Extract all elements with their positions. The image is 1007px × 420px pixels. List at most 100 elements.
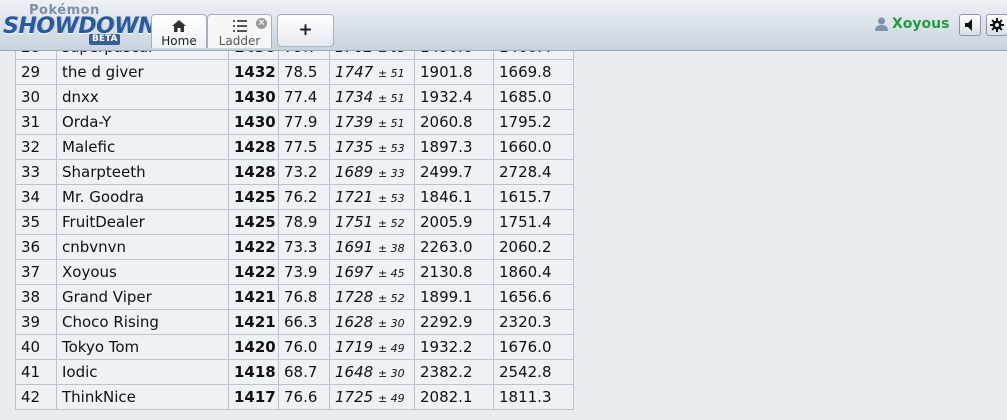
coil-cell: 1846.1 [414,184,494,210]
player-name-cell[interactable]: Orda-Y [56,109,229,135]
user-icon [875,17,888,31]
player-name-cell[interactable]: Tokyo Tom [56,334,229,360]
rank-cell: 33 [15,159,57,185]
last-cell: 1660.0 [493,134,574,160]
table-row: 37 Xoyous 1422 73.9 1697 ± 45 2130.8 1860.4 [15,259,574,285]
gxe-cell: 76.8 [278,284,330,310]
gxe-cell: 68.7 [278,359,330,385]
gxe-cell: 76.0 [278,334,330,360]
gxe-cell: 73.2 [278,159,330,185]
player-name-cell[interactable]: FruitDealer [56,209,229,235]
glicko-cell: 1735 ± 53 [329,134,415,160]
gxe-cell: 76.2 [278,184,330,210]
elo-cell: 1428 [228,159,279,185]
glicko-cell: 1648 ± 30 [329,359,415,385]
table-row: 29 the d giver 1432 78.5 1747 ± 51 1901.8 1669… [15,59,574,85]
player-name-cell[interactable]: Mr. Goodra [56,184,229,210]
glicko-deviation: ± 51 [377,92,405,105]
glicko-rating: 1728 [335,288,374,306]
coil-cell: 2382.2 [414,359,494,385]
gxe-cell: 78.5 [278,59,330,85]
tab-ladder[interactable]: Ladder × [207,14,272,48]
last-cell: 1795.2 [493,109,574,135]
glicko-rating: 1747 [335,63,374,81]
table-row: 30 dnxx 1430 77.4 1734 ± 51 1932.4 1685.0 [15,84,574,110]
table-row: 32 Malefic 1428 77.5 1735 ± 53 1897.3 1660.0 [15,134,574,160]
username-button[interactable]: Xoyous [875,14,949,34]
gxe-cell: 76.6 [278,384,330,410]
rank-cell: 38 [15,284,57,310]
glicko-cell: 1734 ± 51 [329,84,415,110]
player-name-cell[interactable]: Xoyous [56,259,229,285]
player-name-cell[interactable]: ThinkNice [56,384,229,410]
coil-cell: 2292.9 [414,309,494,335]
coil-cell: 1932.4 [414,84,494,110]
ladder-table: 28superpascal143679.71762 ± 611490.61460… [15,45,574,410]
player-name-cell[interactable]: Malefic [56,134,229,160]
coil-cell: 2130.8 [414,259,494,285]
table-row: 40 Tokyo Tom 1420 76.0 1719 ± 49 1932.2 1676.0 [15,334,574,360]
elo-cell: 1421 [228,309,279,335]
tab-home[interactable]: Home [151,14,207,48]
glicko-deviation: ± 30 [377,317,405,330]
player-name-cell[interactable]: Grand Viper [56,284,229,310]
username-text: Xoyous [892,16,950,32]
glicko-cell: 1747 ± 51 [329,59,415,85]
table-row: 41 Iodic 1418 68.7 1648 ± 30 2382.2 2542.8 [15,359,574,385]
coil-cell: 2060.8 [414,109,494,135]
glicko-rating: 1721 [335,188,374,206]
rank-cell: 31 [15,109,57,135]
last-cell: 1656.6 [493,284,574,310]
rank-cell: 39 [15,309,57,335]
top-header: Pokémon SHOWDOWN BETA Home Ladder × + Xo… [0,0,1007,51]
glicko-deviation: ± 53 [377,142,405,155]
sound-button[interactable] [959,14,981,36]
glicko-deviation: ± 52 [377,217,405,230]
glicko-rating: 1734 [335,88,374,106]
table-row: 34 Mr. Goodra 1425 76.2 1721 ± 53 1846.1 1615.… [15,184,574,210]
player-name-cell[interactable]: cnbvnvn [56,234,229,260]
rank-cell: 32 [15,134,57,160]
settings-button[interactable] [986,14,1007,36]
new-tab-button[interactable]: + [277,14,334,47]
player-name-cell[interactable]: dnxx [56,84,229,110]
player-name-cell[interactable]: Choco Rising [56,309,229,335]
glicko-rating: 1697 [335,263,374,281]
sound-icon [965,19,972,31]
rank-cell: 35 [15,209,57,235]
elo-cell: 1420 [228,334,279,360]
list-icon [232,20,247,32]
table-row: 36 cnbvnvn 1422 73.3 1691 ± 38 2263.0 2060.2 [15,234,574,260]
coil-cell: 1932.2 [414,334,494,360]
last-cell: 1685.0 [493,84,574,110]
coil-cell: 1899.1 [414,284,494,310]
gxe-cell: 73.3 [278,234,330,260]
last-cell: 1669.8 [493,59,574,85]
tab-ladder-label: Ladder [218,34,261,48]
elo-cell: 1432 [228,59,279,85]
rank-cell: 34 [15,184,57,210]
coil-cell: 2005.9 [414,209,494,235]
glicko-cell: 1697 ± 45 [329,259,415,285]
player-name-cell[interactable]: Iodic [56,359,229,385]
glicko-rating: 1691 [335,238,374,256]
showdown-logo[interactable]: Pokémon SHOWDOWN BETA [3,3,156,45]
coil-cell: 1901.8 [414,59,494,85]
elo-cell: 1430 [228,84,279,110]
glicko-cell: 1628 ± 30 [329,309,415,335]
glicko-rating: 1735 [335,138,374,156]
gxe-cell: 66.3 [278,309,330,335]
coil-cell: 2263.0 [414,234,494,260]
close-tab-icon[interactable]: × [256,18,267,29]
glicko-cell: 1689 ± 33 [329,159,415,185]
gxe-cell: 78.9 [278,209,330,235]
table-row: 38 Grand Viper 1421 76.8 1728 ± 52 1899.1 1656… [15,284,574,310]
glicko-cell: 1725 ± 49 [329,384,415,410]
gxe-cell: 77.4 [278,84,330,110]
player-name-cell[interactable]: the d giver [56,59,229,85]
elo-cell: 1418 [228,359,279,385]
glicko-cell: 1691 ± 38 [329,234,415,260]
glicko-deviation: ± 49 [377,392,405,405]
coil-cell: 1897.3 [414,134,494,160]
player-name-cell[interactable]: Sharpteeth [56,159,229,185]
